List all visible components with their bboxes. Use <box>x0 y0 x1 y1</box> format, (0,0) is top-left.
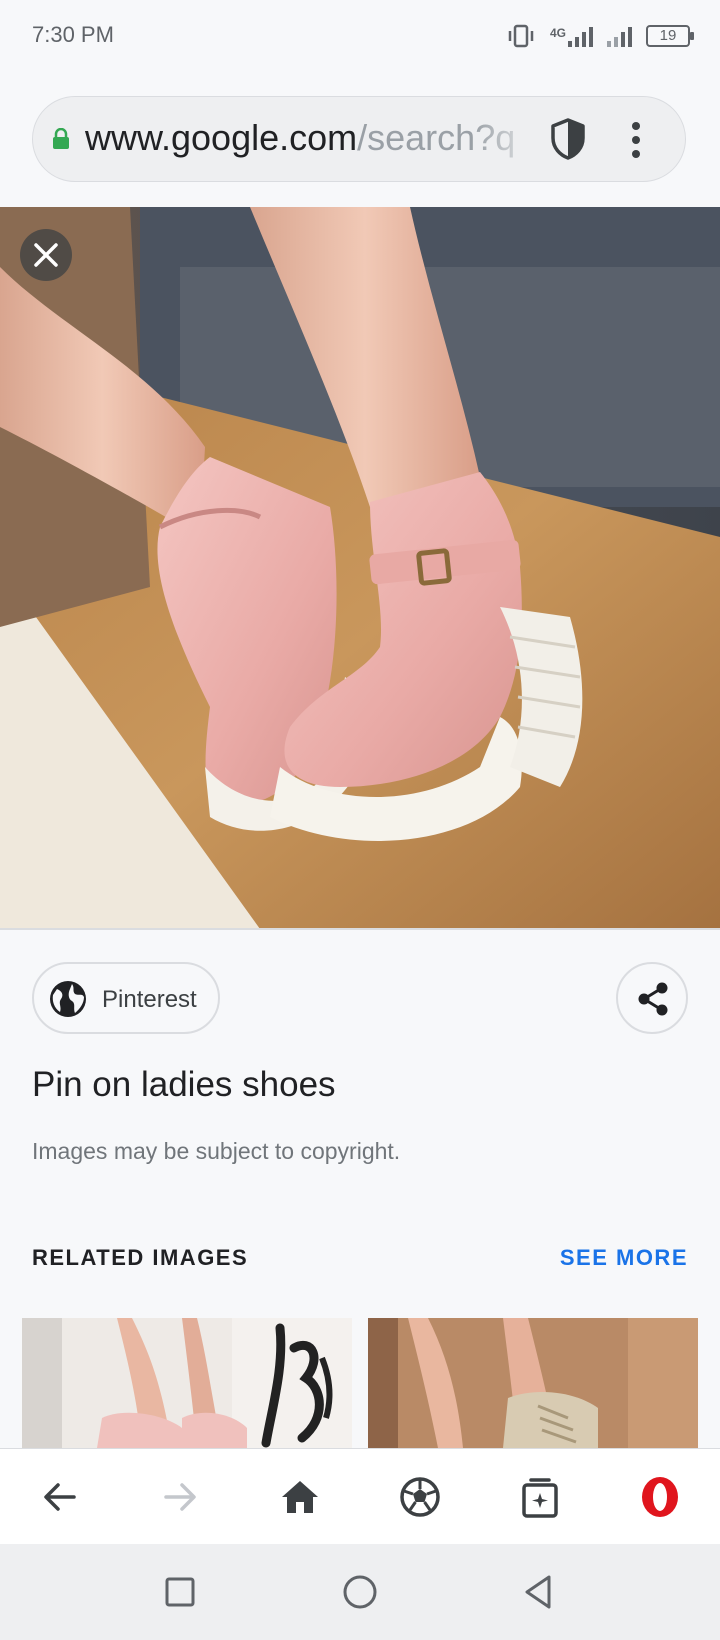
network-signal-icon: 4G <box>550 25 593 47</box>
forward-button[interactable] <box>152 1469 208 1525</box>
soccer-ball-icon <box>400 1477 440 1517</box>
see-more-link[interactable]: SEE MORE <box>560 1245 688 1271</box>
boots-photo <box>0 207 720 929</box>
signal-2-icon <box>607 25 632 47</box>
back-button[interactable] <box>32 1469 88 1525</box>
copyright-note: Images may be subject to copyright. <box>32 1138 401 1164</box>
address-bar[interactable]: www.google.com/search?q <box>32 96 686 182</box>
status-icons: 4G 19 <box>506 22 694 50</box>
speed-dial-button[interactable] <box>392 1469 448 1525</box>
arrow-right-icon <box>164 1483 196 1511</box>
battery-level: 19 <box>659 27 677 44</box>
url-text[interactable]: www.google.com/search?q <box>85 117 515 159</box>
arrow-left-icon <box>44 1483 76 1511</box>
url-domain: www.google.com <box>85 117 358 158</box>
home-icon <box>282 1481 318 1513</box>
home-button[interactable] <box>272 1469 328 1525</box>
opera-logo-icon <box>642 1477 678 1517</box>
related-images-heading: RELATED IMAGES <box>32 1245 249 1270</box>
share-button[interactable] <box>616 962 688 1034</box>
shield-icon[interactable] <box>548 117 588 161</box>
browser-toolbar <box>0 1448 720 1544</box>
tabs-icon <box>522 1478 558 1518</box>
recents-button[interactable] <box>158 1570 202 1614</box>
system-navigation-bar <box>0 1544 720 1640</box>
source-chip[interactable]: Pinterest <box>32 962 220 1034</box>
tabs-button[interactable] <box>512 1469 568 1525</box>
image-title[interactable]: Pin on ladies shoes <box>32 1065 336 1105</box>
more-vert-icon[interactable] <box>629 121 643 159</box>
vibrate-icon <box>508 24 534 48</box>
divider <box>0 928 720 930</box>
source-label: Pinterest <box>102 986 197 1013</box>
battery-icon: 19 <box>646 25 694 47</box>
share-icon <box>638 982 668 1016</box>
related-thumbnail[interactable] <box>22 1318 352 1448</box>
status-time: 7:30 PM <box>32 22 114 47</box>
globe-icon <box>50 981 86 1017</box>
opera-menu-button[interactable] <box>632 1469 688 1525</box>
hero-image[interactable] <box>0 207 720 929</box>
home-nav-button[interactable] <box>338 1570 382 1614</box>
status-bar: 7:30 PM 4G 19 <box>0 0 720 72</box>
square-icon <box>165 1577 195 1607</box>
close-icon <box>34 243 58 267</box>
circle-icon <box>343 1575 377 1609</box>
close-button[interactable] <box>20 229 72 281</box>
lock-icon <box>53 128 69 149</box>
related-thumbnail[interactable] <box>368 1318 698 1448</box>
back-nav-button[interactable] <box>516 1570 560 1614</box>
network-type-label: 4G <box>549 26 566 40</box>
thumbnail-image <box>22 1318 352 1448</box>
thumbnail-image <box>368 1318 698 1448</box>
triangle-back-icon <box>525 1575 551 1609</box>
